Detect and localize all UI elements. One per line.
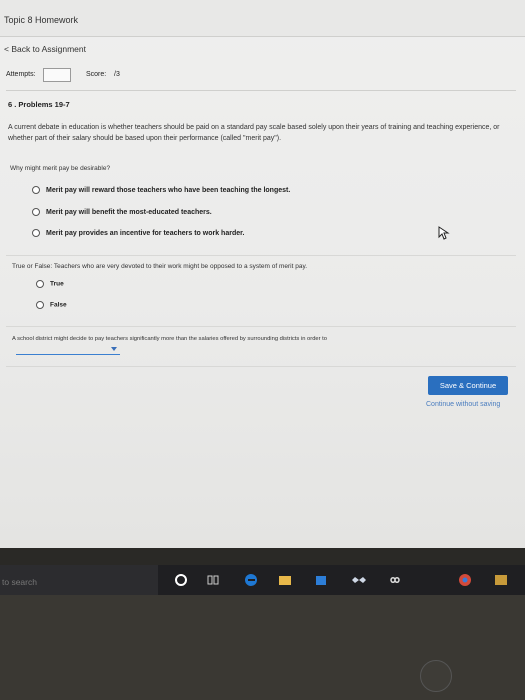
app-icon[interactable] (494, 573, 508, 587)
mouse-cursor-icon (438, 226, 450, 240)
taskbar-search-box[interactable]: to search (0, 565, 158, 595)
windows-taskbar: to search (0, 565, 525, 595)
attempts-label: Attempts: (6, 71, 36, 78)
radio-icon[interactable] (36, 301, 44, 309)
page-header: Topic 8 Homework (0, 0, 525, 37)
q2-option-false[interactable]: False (36, 301, 67, 313)
q1-option-3-label: Merit pay provides an incentive for teac… (46, 229, 245, 237)
chrome-icon[interactable] (458, 573, 472, 587)
divider (6, 90, 516, 91)
divider (6, 366, 516, 367)
score-label: Score: (86, 71, 107, 78)
taskbar-search-text: to search (2, 577, 37, 587)
browser-screen: Topic 8 Homework < Back to Assignment At… (0, 0, 525, 548)
problem-title: 6 . Problems 19-7 (8, 100, 70, 109)
attempts-box (43, 68, 71, 82)
q2-option-true[interactable]: True (36, 280, 64, 292)
radio-icon[interactable] (32, 229, 40, 237)
q1-option-3[interactable]: Merit pay provides an incentive for teac… (32, 229, 244, 241)
continue-without-saving-link[interactable]: Continue without saving (426, 401, 500, 408)
q2-option-true-label: True (50, 280, 64, 288)
question-3: A school district might decide to pay te… (12, 336, 328, 342)
q2-option-false-label: False (50, 301, 67, 309)
question-2: True or False: Teachers who are very dev… (12, 263, 308, 270)
file-explorer-icon[interactable] (278, 573, 292, 587)
edge-icon[interactable] (244, 573, 258, 587)
radio-icon[interactable] (32, 208, 40, 216)
store-icon[interactable] (314, 573, 328, 587)
q1-option-2[interactable]: Merit pay will benefit the most-educated… (32, 208, 212, 220)
monitor-bezel (0, 548, 525, 565)
score-value: /3 (114, 71, 120, 78)
infinity-icon[interactable] (388, 573, 402, 587)
question-3-dropdown[interactable] (16, 346, 120, 355)
radio-icon[interactable] (36, 280, 44, 288)
cortana-icon[interactable] (174, 573, 188, 587)
dropbox-icon[interactable] (352, 573, 366, 587)
attempts-row: Attempts: Score: /3 (6, 68, 516, 84)
radio-icon[interactable] (32, 186, 40, 194)
q1-option-1[interactable]: Merit pay will reward those teachers who… (32, 186, 290, 198)
divider (6, 255, 516, 256)
divider (6, 326, 516, 327)
back-to-assignment-link[interactable]: < Back to Assignment (4, 44, 86, 54)
chevron-down-icon (111, 347, 117, 351)
page-title: Topic 8 Homework (4, 15, 79, 25)
question-1: Why might merit pay be desirable? (10, 165, 111, 172)
problem-intro: A current debate in education is whether… (8, 124, 500, 142)
hp-logo-icon (420, 660, 452, 692)
save-and-continue-button[interactable]: Save & Continue (428, 376, 508, 395)
q1-option-1-label: Merit pay will reward those teachers who… (46, 186, 291, 194)
q1-option-2-label: Merit pay will benefit the most-educated… (46, 208, 212, 216)
task-view-icon[interactable] (206, 573, 220, 587)
